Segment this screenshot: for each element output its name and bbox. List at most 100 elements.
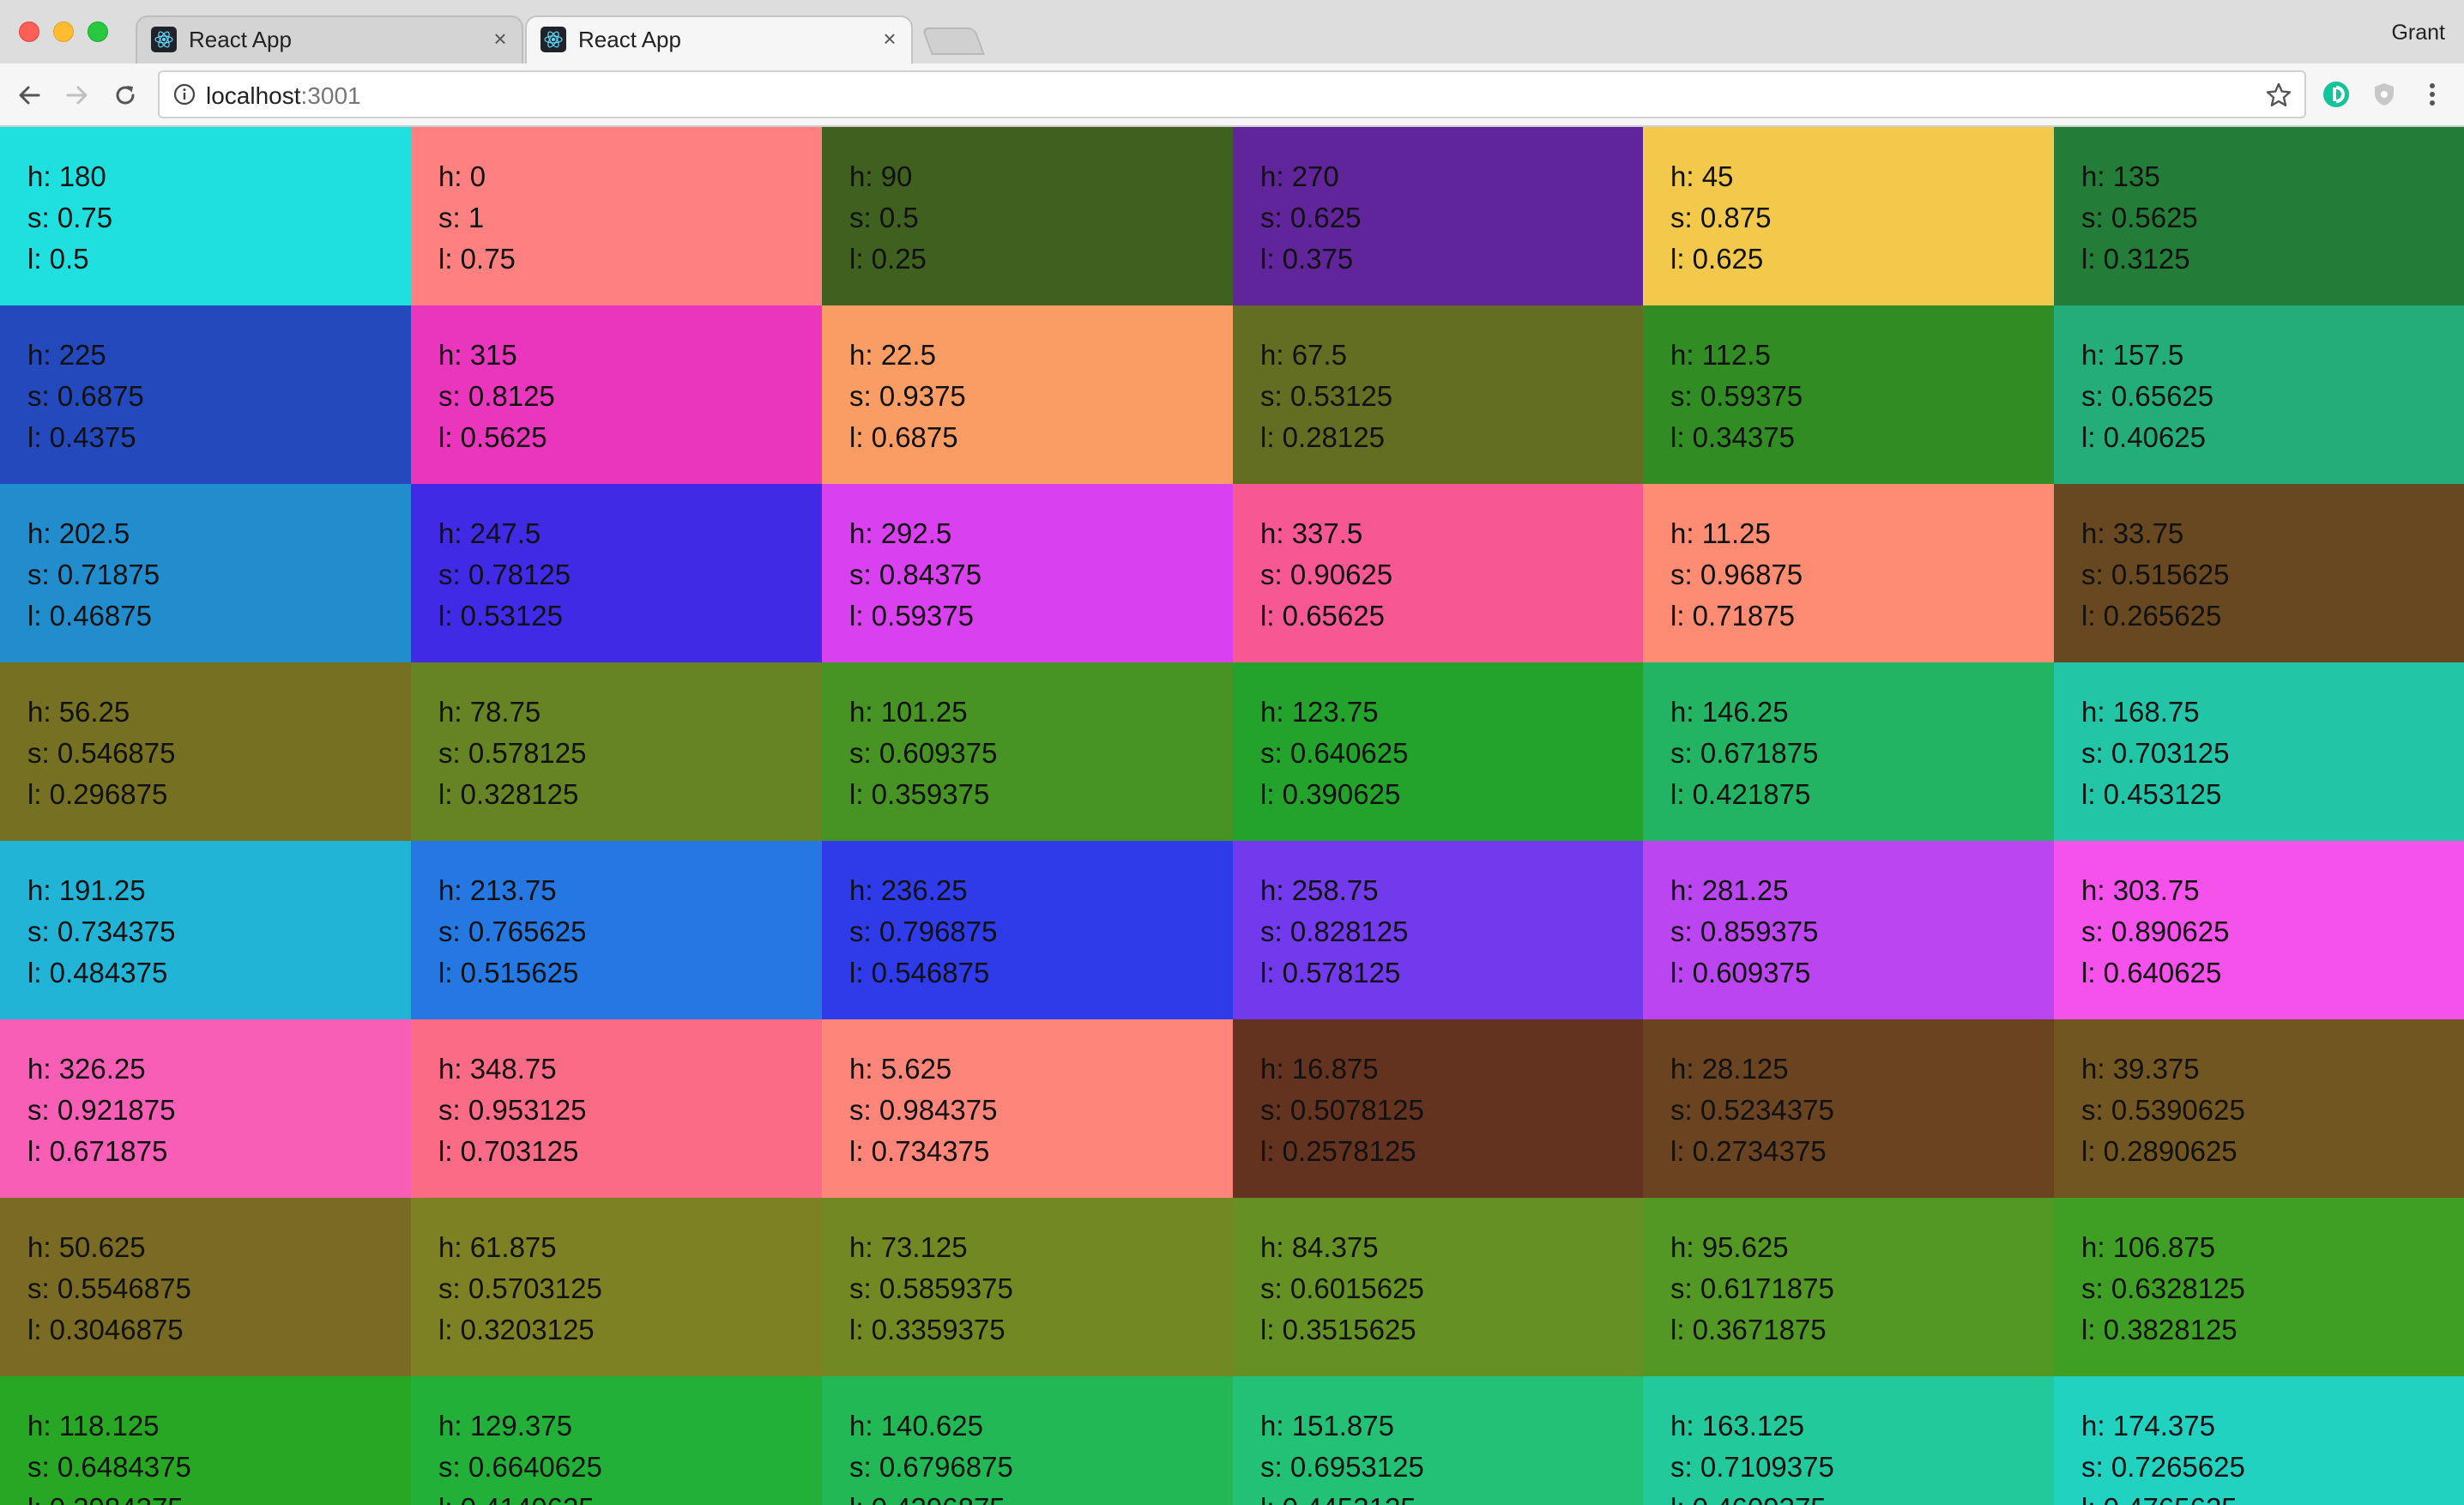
- window-minimize-button[interactable]: [53, 21, 74, 42]
- bookmark-star-icon[interactable]: [2265, 82, 2292, 109]
- address-bar[interactable]: localhost:3001: [158, 70, 2306, 118]
- saturation-value: s: 0.703125: [2081, 737, 2230, 769]
- lightness-value: l: 0.3203125: [438, 1314, 595, 1345]
- extension-icon-shield[interactable]: [2370, 80, 2399, 109]
- color-swatch: h: 73.125 s: 0.5859375 l: 0.3359375: [822, 1198, 1233, 1376]
- new-tab-button[interactable]: [921, 27, 985, 55]
- window-maximize-button[interactable]: [88, 21, 108, 42]
- lightness-value: l: 0.4609375: [1670, 1488, 2054, 1505]
- lightness-value: l: 0.5: [27, 243, 89, 275]
- hue-value: h: 61.875: [438, 1231, 557, 1263]
- lightness-value: l: 0.546875: [849, 957, 990, 988]
- hue-value: h: 168.75: [2081, 696, 2200, 728]
- lightness-value: l: 0.46875: [27, 600, 152, 632]
- hue-value: h: 157.5: [2081, 339, 2184, 371]
- saturation-value: s: 0.546875: [27, 737, 176, 769]
- lightness-value: l: 0.3125: [2081, 243, 2190, 275]
- lightness-value: l: 0.703125: [438, 1135, 579, 1167]
- hue-value: h: 129.375: [438, 1410, 572, 1442]
- lightness-value: l: 0.578125: [1260, 957, 1401, 988]
- hue-value: h: 11.25: [1670, 517, 1771, 549]
- color-swatch: h: 151.875 s: 0.6953125 l: 0.4453125: [1233, 1376, 1643, 1505]
- saturation-value: s: 0.5234375: [1670, 1094, 1834, 1126]
- tab-react-app-1[interactable]: React App ×: [136, 15, 523, 63]
- saturation-value: s: 0.578125: [438, 737, 587, 769]
- color-swatch: h: 0 s: 1 l: 0.75: [411, 127, 822, 305]
- color-swatch: h: 163.125 s: 0.7109375 l: 0.4609375: [1643, 1376, 2054, 1505]
- lightness-value: l: 0.390625: [1260, 778, 1401, 810]
- lightness-value: l: 0.4453125: [1260, 1488, 1643, 1505]
- lightness-value: l: 0.2890625: [2081, 1135, 2238, 1167]
- color-swatch: h: 95.625 s: 0.6171875 l: 0.3671875: [1643, 1198, 2054, 1376]
- lightness-value: l: 0.71875: [1670, 600, 1795, 632]
- hue-value: h: 225: [27, 339, 106, 371]
- lightness-value: l: 0.65625: [1260, 600, 1385, 632]
- tab-react-app-2[interactable]: React App ×: [525, 15, 913, 63]
- profile-name[interactable]: Grant: [2391, 21, 2445, 45]
- kebab-menu-icon: [2430, 83, 2435, 106]
- hue-value: h: 56.25: [27, 696, 130, 728]
- saturation-value: s: 0.65625: [2081, 380, 2214, 412]
- lightness-value: l: 0.640625: [2081, 957, 2222, 988]
- grammarly-icon: [2323, 82, 2349, 107]
- color-swatch: h: 168.75 s: 0.703125 l: 0.453125: [2054, 662, 2464, 841]
- color-swatch: h: 78.75 s: 0.578125 l: 0.328125: [411, 662, 822, 841]
- saturation-value: s: 0.890625: [2081, 916, 2230, 947]
- lightness-value: l: 0.6875: [849, 421, 958, 453]
- back-arrow-icon: [19, 86, 40, 105]
- forward-button[interactable]: [60, 78, 94, 112]
- lightness-value: l: 0.375: [1260, 243, 1354, 275]
- back-button[interactable]: [12, 78, 46, 112]
- hue-value: h: 140.625: [849, 1410, 983, 1442]
- hue-value: h: 16.875: [1260, 1053, 1379, 1085]
- color-swatch: h: 5.625 s: 0.984375 l: 0.734375: [822, 1019, 1233, 1198]
- color-swatch: h: 50.625 s: 0.5546875 l: 0.3046875: [0, 1198, 411, 1376]
- tab-title: React App: [578, 26, 681, 52]
- lightness-value: l: 0.75: [438, 243, 516, 275]
- hue-value: h: 5.625: [849, 1053, 952, 1085]
- menu-button[interactable]: [2418, 80, 2447, 109]
- info-icon[interactable]: [173, 83, 196, 106]
- hue-value: h: 146.25: [1670, 696, 1789, 728]
- hue-value: h: 151.875: [1260, 1410, 1394, 1442]
- tab-close-icon[interactable]: ×: [879, 27, 901, 50]
- color-swatch: h: 348.75 s: 0.953125 l: 0.703125: [411, 1019, 822, 1198]
- page-content: h: 180 s: 0.75 l: 0.5 h: 0 s: 1 l: 0.75 h: 90 s…: [0, 127, 2464, 1505]
- hue-value: h: 45: [1670, 160, 1734, 192]
- saturation-value: s: 0.796875: [849, 916, 998, 947]
- lightness-value: l: 0.515625: [438, 957, 579, 988]
- hue-value: h: 247.5: [438, 517, 541, 549]
- hue-value: h: 337.5: [1260, 517, 1363, 549]
- reload-button[interactable]: [108, 78, 142, 112]
- hue-value: h: 39.375: [2081, 1053, 2200, 1085]
- reload-icon: [116, 86, 135, 105]
- saturation-value: s: 0.96875: [1670, 559, 1803, 590]
- color-swatch: h: 56.25 s: 0.546875 l: 0.296875: [0, 662, 411, 841]
- saturation-value: s: 0.5: [849, 202, 919, 233]
- extension-icon-green[interactable]: [2322, 80, 2351, 109]
- saturation-value: s: 1: [438, 202, 485, 233]
- shield-icon: [2375, 83, 2394, 106]
- saturation-value: s: 0.5390625: [2081, 1094, 2245, 1126]
- hue-value: h: 118.125: [27, 1410, 160, 1442]
- lightness-value: l: 0.609375: [1670, 957, 1811, 988]
- lightness-value: l: 0.53125: [438, 600, 563, 632]
- color-swatch: h: 61.875 s: 0.5703125 l: 0.3203125: [411, 1198, 822, 1376]
- color-swatch: h: 146.25 s: 0.671875 l: 0.421875: [1643, 662, 2054, 841]
- saturation-value: s: 0.84375: [849, 559, 982, 590]
- color-swatch: h: 39.375 s: 0.5390625 l: 0.2890625: [2054, 1019, 2464, 1198]
- lightness-value: l: 0.625: [1670, 243, 1764, 275]
- hue-value: h: 174.375: [2081, 1410, 2215, 1442]
- hue-value: h: 292.5: [849, 517, 952, 549]
- saturation-value: s: 0.6171875: [1670, 1272, 1834, 1304]
- window-close-button[interactable]: [19, 21, 39, 42]
- saturation-value: s: 0.5625: [2081, 202, 2198, 233]
- saturation-value: s: 0.859375: [1670, 916, 1819, 947]
- color-swatch: h: 112.5 s: 0.59375 l: 0.34375: [1643, 305, 2054, 484]
- tab-close-icon[interactable]: ×: [489, 27, 511, 50]
- hue-value: h: 101.25: [849, 696, 968, 728]
- hue-value: h: 180: [27, 160, 106, 192]
- color-swatch: h: 140.625 s: 0.6796875 l: 0.4296875: [822, 1376, 1233, 1505]
- saturation-value: s: 0.5859375: [849, 1272, 1013, 1304]
- saturation-value: s: 0.734375: [27, 916, 176, 947]
